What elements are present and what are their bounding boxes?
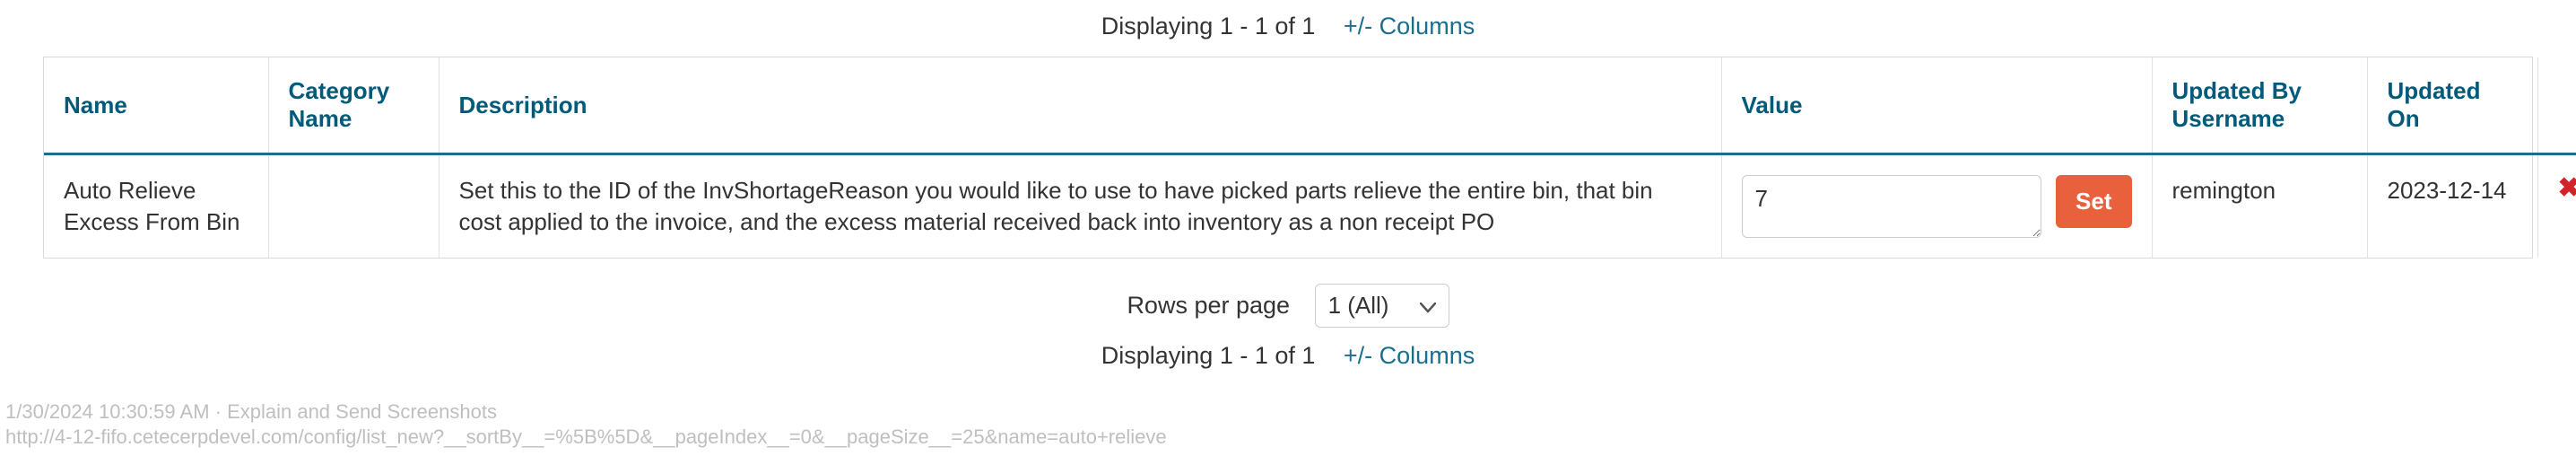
display-count-bottom: Displaying 1 - 1 of 1 — [1101, 342, 1316, 369]
display-count-top: Displaying 1 - 1 of 1 — [1101, 13, 1316, 39]
data-table: Name Category Name Description Value Upd… — [44, 57, 2576, 258]
delete-icon[interactable]: ✖ — [2558, 175, 2576, 202]
rows-per-page-label: Rows per page — [1127, 292, 1290, 319]
watermark-line1: 1/30/2024 10:30:59 AM · Explain and Send… — [5, 399, 1167, 425]
bottom-pager-bar: Displaying 1 - 1 of 1 +/- Columns — [0, 342, 2576, 370]
value-input[interactable] — [1742, 175, 2042, 238]
columns-toggle-top[interactable]: +/- Columns — [1344, 13, 1475, 39]
cell-updated-by: remington — [2152, 154, 2367, 259]
columns-toggle-bottom[interactable]: +/- Columns — [1344, 342, 1475, 369]
cell-name: Auto Relieve Excess From Bin — [44, 154, 268, 259]
rows-per-page-select[interactable]: 1 (All) — [1315, 284, 1449, 328]
header-updated-by[interactable]: Updated By Username — [2152, 57, 2367, 154]
watermark-line2: http://4-12-fifo.cetecerpdevel.com/confi… — [5, 425, 1167, 451]
header-actions — [2537, 57, 2576, 154]
rows-per-page-value: 1 (All) — [1328, 292, 1389, 320]
header-value[interactable]: Value — [1721, 57, 2152, 154]
cell-actions: ✖ — [2537, 154, 2576, 259]
header-updated-on[interactable]: Updated On — [2367, 57, 2537, 154]
header-row: Name Category Name Description Value Upd… — [44, 57, 2576, 154]
header-name[interactable]: Name — [44, 57, 268, 154]
watermark: 1/30/2024 10:30:59 AM · Explain and Send… — [5, 399, 1167, 451]
chevron-down-icon — [1420, 292, 1436, 320]
data-table-container: Name Category Name Description Value Upd… — [43, 57, 2533, 259]
top-pager-bar: Displaying 1 - 1 of 1 +/- Columns — [0, 0, 2576, 57]
table-row: Auto Relieve Excess From Bin Set this to… — [44, 154, 2576, 259]
footer: Rows per page 1 (All) Displaying 1 - 1 o… — [0, 259, 2576, 377]
cell-value: Set — [1721, 154, 2152, 259]
cell-updated-on: 2023-12-14 — [2367, 154, 2537, 259]
cell-category — [268, 154, 439, 259]
set-button[interactable]: Set — [2056, 175, 2131, 228]
rows-per-page-row: Rows per page 1 (All) — [0, 284, 2576, 328]
header-description[interactable]: Description — [439, 57, 1721, 154]
header-category[interactable]: Category Name — [268, 57, 439, 154]
cell-description: Set this to the ID of the InvShortageRea… — [439, 154, 1721, 259]
